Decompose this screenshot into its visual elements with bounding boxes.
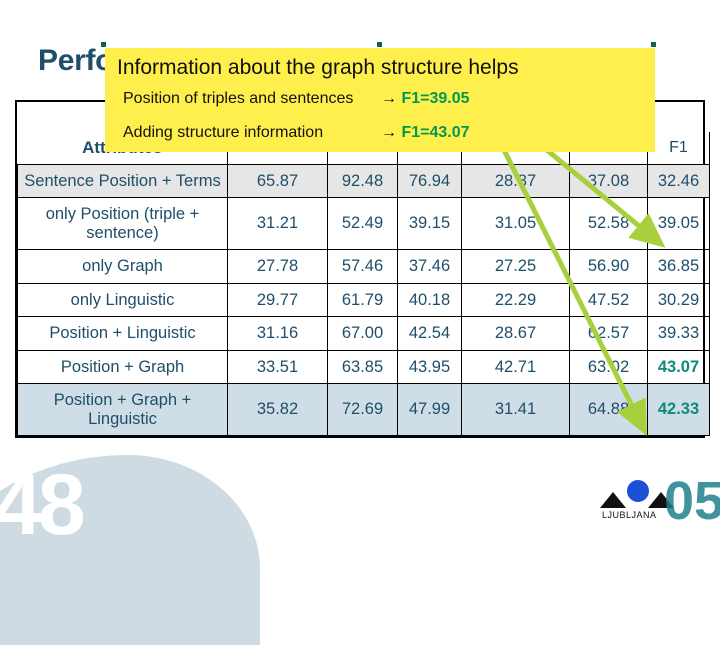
callout-heading: Information about the graph structure he…: [117, 56, 519, 79]
table-cell-value: 43.95: [397, 349, 462, 385]
mountain-icon-left: [600, 492, 626, 508]
row-label: Sentence Position + Terms: [17, 163, 228, 199]
table-cell-value: 39.33: [647, 316, 710, 351]
table-row: Position + Graph + Linguistic 35.82 72.69 4…: [17, 383, 710, 437]
table-cell-value: 65.87: [227, 163, 328, 199]
row-label: only Graph: [17, 249, 228, 284]
results-table: Attributes Precision Recall F1 Precision…: [17, 102, 710, 437]
table-cell-value: 27.25: [461, 249, 570, 284]
table-cell-value: 57.46: [327, 249, 398, 284]
selection-handle-left[interactable]: [101, 42, 106, 47]
circle-icon: [627, 480, 649, 502]
table-row: Sentence Position + Terms 65.87 92.48 76.94…: [17, 163, 710, 199]
table-cell-value: 31.16: [227, 316, 328, 351]
table-cell-value: 61.79: [327, 282, 398, 318]
table-cell-value: 32.46: [647, 163, 710, 199]
table-cell-value: 22.29: [461, 282, 570, 318]
table-row: Position + Graph 33.51 63.85 43.95 42.71 63.0…: [17, 349, 710, 385]
table-cell-value: 56.90: [569, 249, 648, 284]
table-cell-value: 63.85: [327, 349, 398, 385]
table-cell-value: 36.85: [647, 249, 710, 284]
table-cell-value: 31.41: [461, 383, 570, 437]
table-cell-value: 63.02: [569, 349, 648, 385]
table-cell-value: 33.51: [227, 349, 328, 385]
table-cell-value: 37.46: [397, 249, 462, 284]
callout-box: Information about the graph structure he…: [101, 42, 656, 152]
table-cell-value: 30.29: [647, 282, 710, 318]
row-label: Position + Graph + Linguistic: [17, 383, 228, 437]
table-cell-value: 47.99: [397, 383, 462, 437]
selection-handle-center[interactable]: [377, 42, 382, 47]
table-cell-value: 31.21: [227, 197, 328, 251]
selection-handle-right[interactable]: [651, 42, 656, 47]
table-cell-value: 35.82: [227, 383, 328, 437]
table-row: only Position (triple + sentence) 31.21 52…: [17, 197, 710, 251]
watermark-number: 05: [664, 471, 720, 531]
table-cell-value: 92.48: [327, 163, 398, 199]
table-row: only Linguistic 29.77 61.79 40.18 22.29 47.52…: [17, 282, 710, 318]
callout-row-2-label: Adding structure information: [123, 124, 324, 141]
table-cell-value: 42.33: [647, 383, 710, 437]
table-cell-value: 64.88: [569, 383, 648, 437]
callout-row-1-result: F1=39.05: [401, 90, 470, 107]
callout-row-1-arrow-icon: →: [381, 90, 397, 107]
table-cell-value: 31.05: [461, 197, 570, 251]
callout-row-2-result: F1=43.07: [401, 124, 470, 141]
table-cell-value: 40.18: [397, 282, 462, 318]
callout-row-1-label: Position of triples and sentences: [123, 90, 354, 107]
row-label: only Position (triple + sentence): [17, 197, 228, 251]
row-label: Position + Graph: [17, 349, 228, 385]
table-row: Position + Linguistic 31.16 67.00 42.54 28.6…: [17, 316, 710, 351]
col-header-f1-b: F1: [647, 132, 710, 165]
table-cell-value: 37.08: [569, 163, 648, 199]
table-cell-value: 72.69: [327, 383, 398, 437]
table-cell-value: 29.77: [227, 282, 328, 318]
table-cell-value: 42.71: [461, 349, 570, 385]
slide-page-number: 48: [0, 457, 86, 553]
table-cell-value: 39.05: [647, 197, 710, 251]
row-label: Position + Linguistic: [17, 316, 228, 351]
table-cell-value: 67.00: [327, 316, 398, 351]
table-cell-value: 52.49: [327, 197, 398, 251]
table-cell-value: 43.07: [647, 349, 710, 385]
table-row: only Graph 27.78 57.46 37.46 27.25 56.90 36.85: [17, 249, 710, 284]
table-cell-value: 27.78: [227, 249, 328, 284]
callout-row-2-arrow-icon: →: [381, 124, 397, 141]
table-cell-value: 28.87: [461, 163, 570, 199]
table-cell-value: 62.57: [569, 316, 648, 351]
table-cell-value: 52.58: [569, 197, 648, 251]
table-cell-value: 28.67: [461, 316, 570, 351]
callout-row-1: Position of triples and sentences → F1=39…: [123, 90, 470, 108]
callout-row-2: Adding structure information → F1=43.07: [123, 124, 470, 142]
table-cell-value: 47.52: [569, 282, 648, 318]
table-cell-value: 42.54: [397, 316, 462, 351]
logo-label: LJUBLJANA: [602, 510, 657, 520]
table-cell-value: 76.94: [397, 163, 462, 199]
table-cell-value: 39.15: [397, 197, 462, 251]
row-label: only Linguistic: [17, 282, 228, 318]
table-body: Sentence Position + Terms 65.87 92.48 76.94…: [17, 163, 710, 437]
